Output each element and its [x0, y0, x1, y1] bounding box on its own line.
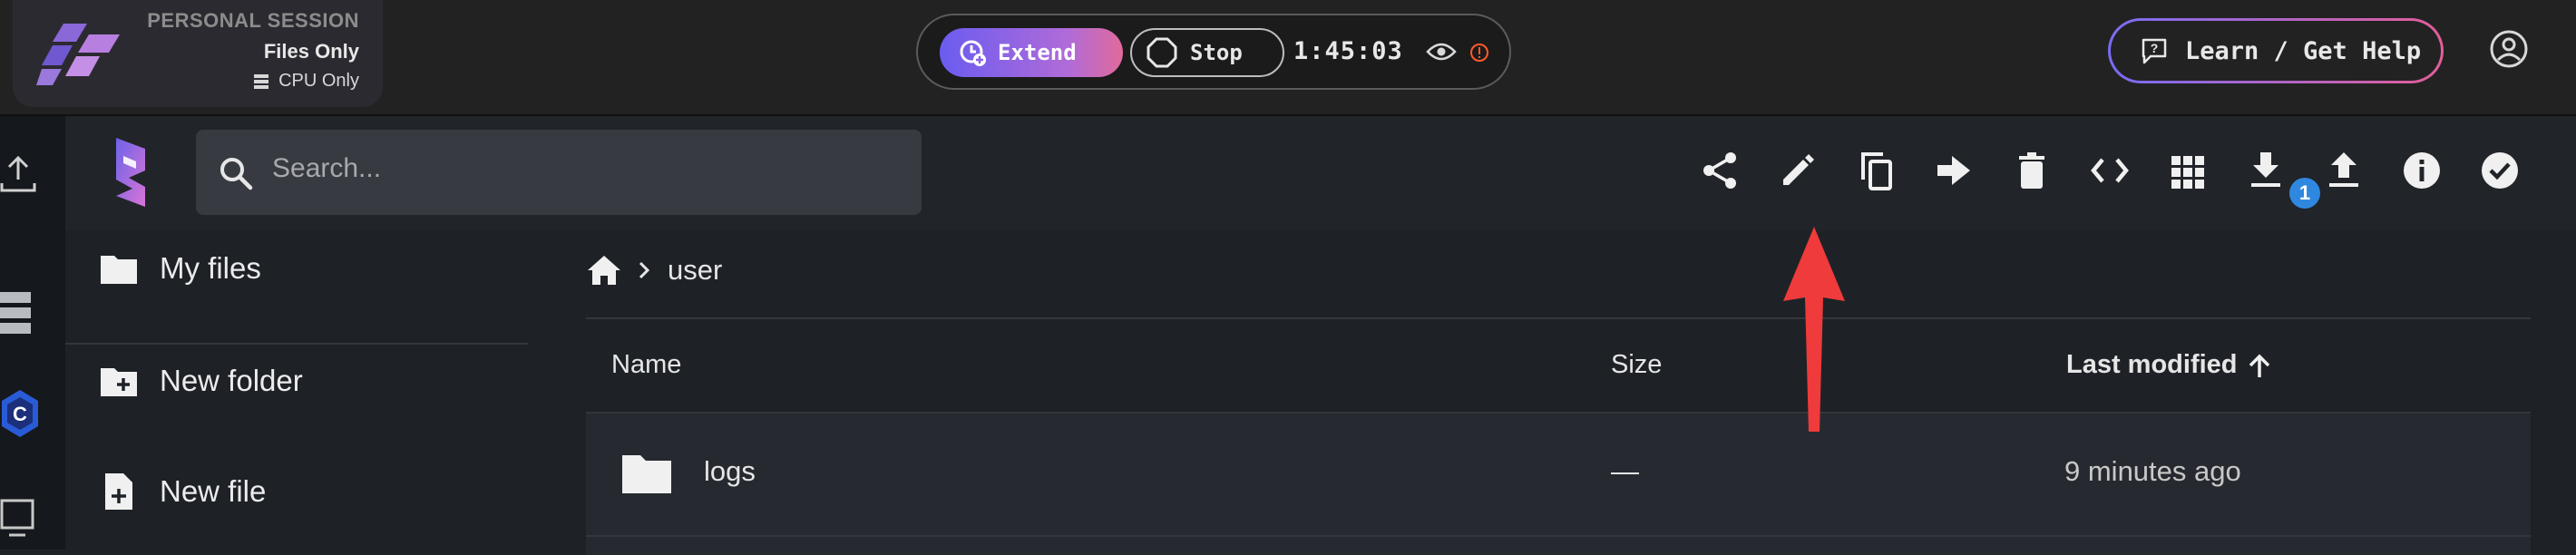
left-rail: C: [0, 116, 65, 550]
sidebar-divider: [65, 343, 528, 345]
column-header-modified[interactable]: Last modified: [2066, 350, 2238, 380]
storage-icon[interactable]: [0, 290, 33, 337]
extend-label: Extend: [998, 40, 1077, 65]
help-chat-icon: ?: [2142, 38, 2167, 64]
edit-icon[interactable]: [1776, 149, 1820, 192]
table-row-partial[interactable]: [586, 537, 2531, 555]
file-table: Name Size Last modified logs — 9 minutes…: [586, 321, 2531, 555]
annotation-arrow-icon: [1783, 227, 1845, 432]
svg-text:?: ?: [2151, 41, 2159, 55]
session-timer: 1:45:03: [1293, 37, 1403, 65]
column-header-size[interactable]: Size: [1611, 350, 1662, 380]
table-row[interactable]: logs — 9 minutes ago: [586, 412, 2531, 537]
sidebar-item-new-folder[interactable]: New folder: [98, 354, 303, 408]
session-mode-label: Files Only: [263, 40, 359, 63]
create-file-icon: [105, 473, 132, 510]
stop-button[interactable]: Stop: [1130, 28, 1284, 77]
search-icon: [220, 158, 253, 190]
table-header: Name Size Last modified: [586, 321, 2531, 410]
upload-icon[interactable]: [2322, 149, 2366, 192]
delete-icon[interactable]: [2010, 149, 2054, 192]
filebrowser-logo-icon: [116, 138, 145, 207]
copy-icon[interactable]: [1854, 149, 1898, 192]
folder-icon: [101, 256, 137, 284]
upload-tray-icon[interactable]: [0, 152, 36, 194]
row-size: —: [1611, 455, 1639, 487]
share-icon[interactable]: [1698, 149, 1742, 192]
chevron-right-icon: [639, 261, 650, 279]
sidebar-item-label: My files: [160, 251, 261, 285]
column-header-name[interactable]: Name: [611, 350, 681, 380]
sidebar: My files New folder New file: [65, 230, 528, 550]
row-name: logs: [704, 455, 756, 487]
svg-text:C: C: [13, 403, 27, 425]
stop-octagon-icon: [1147, 37, 1177, 68]
session-info-card[interactable]: PERSONAL SESSION Files Only CPU Only: [13, 0, 383, 107]
clock-plus-icon: [960, 40, 986, 66]
eye-icon[interactable]: [1426, 41, 1457, 63]
move-icon[interactable]: [1932, 149, 1976, 192]
monitor-icon[interactable]: [0, 497, 36, 539]
select-all-icon[interactable]: [2478, 149, 2522, 192]
breadcrumb-current[interactable]: user: [668, 254, 722, 287]
sidebar-item-label: New file: [160, 474, 267, 508]
row-modified: 9 minutes ago: [2064, 455, 2241, 487]
folder-icon: [622, 455, 671, 493]
platform-logo-icon: [36, 24, 120, 85]
session-bar: PERSONAL SESSION Files Only CPU Only Ext…: [0, 0, 2576, 116]
info-icon[interactable]: [2400, 149, 2444, 192]
server-stack-icon: [254, 73, 269, 89]
home-icon[interactable]: [586, 252, 622, 288]
column-header-modified-label: Last modified: [2066, 350, 2238, 379]
search-bar[interactable]: Search...: [196, 130, 922, 215]
file-listing: user Name Size Last modified logs — 9 mi…: [528, 230, 2576, 555]
sort-ascending-icon[interactable]: [2246, 352, 2273, 381]
breadcrumb: user: [586, 252, 722, 288]
file-browser-header: Search...: [65, 116, 2576, 230]
grid-view-icon[interactable]: [2166, 149, 2210, 192]
session-compute-row: CPU Only: [253, 71, 359, 92]
stop-label: Stop: [1190, 40, 1243, 65]
create-folder-icon: [101, 368, 137, 396]
search-input[interactable]: Search...: [272, 153, 381, 184]
account-icon[interactable]: [2489, 29, 2529, 69]
sidebar-item-new-file[interactable]: New file: [98, 464, 266, 519]
extend-button[interactable]: Extend: [940, 28, 1123, 77]
sidebar-item-label: New folder: [160, 364, 303, 397]
download-count-badge: 1: [2289, 178, 2320, 209]
learn-help-button[interactable]: ? Learn / Get Help: [2108, 18, 2444, 83]
warning-info-icon[interactable]: [1469, 43, 1489, 63]
learn-help-label: Learn / Get Help: [2185, 36, 2422, 65]
breadcrumb-divider: [586, 317, 2531, 319]
c-language-icon[interactable]: C: [0, 388, 40, 439]
session-type-label: PERSONAL SESSION: [147, 9, 359, 32]
session-controls: Extend Stop 1:45:03: [916, 14, 1511, 90]
session-compute-label: CPU Only: [278, 71, 359, 91]
embed-code-icon[interactable]: [2088, 149, 2132, 192]
sidebar-item-my-files[interactable]: My files: [98, 241, 261, 296]
download-icon[interactable]: [2244, 149, 2288, 192]
